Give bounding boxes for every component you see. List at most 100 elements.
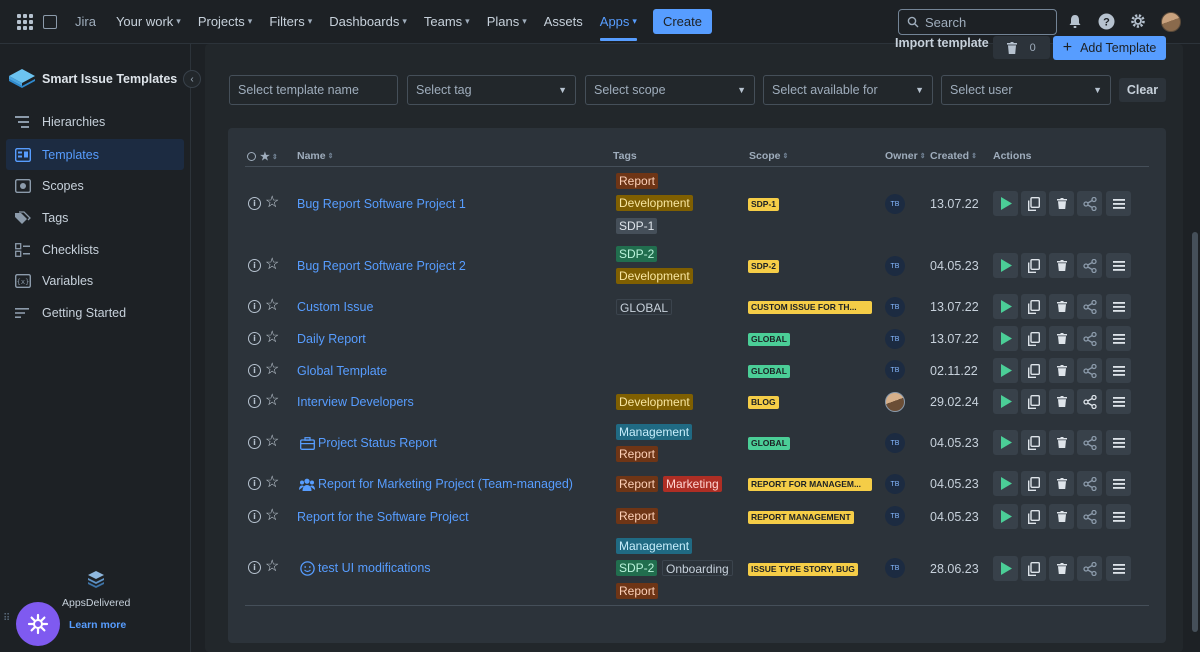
delete-template-button[interactable] [1049, 358, 1074, 383]
help-icon[interactable]: ? [1097, 12, 1115, 30]
apply-template-button[interactable] [993, 253, 1018, 278]
info-icon[interactable]: i [248, 477, 261, 490]
star-icon[interactable]: ☆ [265, 330, 279, 346]
apply-template-button[interactable] [993, 389, 1018, 414]
column-header-scope[interactable]: Scope ⇕ [749, 150, 788, 162]
learn-more-link[interactable]: Learn more [69, 619, 126, 631]
nav-plans[interactable]: Plans ▾ [487, 14, 527, 29]
clear-filters-button[interactable]: Clear [1119, 78, 1166, 102]
apply-template-button[interactable] [993, 504, 1018, 529]
star-icon[interactable]: ☆ [265, 298, 279, 314]
more-actions-button[interactable] [1106, 430, 1131, 455]
star-icon[interactable]: ☆ [265, 559, 279, 575]
info-icon[interactable]: i [248, 436, 261, 449]
share-template-button[interactable] [1077, 556, 1102, 581]
info-icon[interactable]: i [248, 332, 261, 345]
apply-template-button[interactable] [993, 430, 1018, 455]
delete-template-button[interactable] [1049, 326, 1074, 351]
apply-template-button[interactable] [993, 294, 1018, 319]
info-icon[interactable]: i [248, 259, 261, 272]
template-name-link[interactable]: Interview Developers [297, 395, 414, 409]
more-actions-button[interactable] [1106, 191, 1131, 216]
info-icon[interactable]: i [248, 510, 261, 523]
more-actions-button[interactable] [1106, 389, 1131, 414]
app-switcher-icon[interactable] [17, 13, 33, 30]
info-icon[interactable]: i [248, 561, 261, 574]
star-icon[interactable]: ☆ [265, 362, 279, 378]
more-actions-button[interactable] [1106, 294, 1131, 319]
delete-template-button[interactable] [1049, 294, 1074, 319]
nav-apps[interactable]: Apps ▾ [599, 14, 638, 41]
template-name-input[interactable]: Select template name [229, 75, 398, 105]
info-icon[interactable]: i [248, 364, 261, 377]
nav-dashboards[interactable]: Dashboards ▾ [329, 14, 407, 29]
template-name-link[interactable]: Report for the Software Project [297, 510, 469, 524]
more-actions-button[interactable] [1106, 326, 1131, 351]
delete-template-button[interactable] [1049, 389, 1074, 414]
create-button[interactable]: Create [652, 9, 712, 34]
copy-template-button[interactable] [1021, 358, 1046, 383]
star-icon[interactable]: ☆ [265, 475, 279, 491]
template-name-link[interactable]: Project Status Report [299, 435, 437, 451]
nav-projects[interactable]: Projects ▾ [198, 14, 253, 29]
template-name-link[interactable]: Report for Marketing Project (Team-manag… [299, 476, 573, 492]
sidebar-item-tags[interactable]: Tags [6, 202, 184, 233]
template-name-link[interactable]: test UI modifications [299, 560, 431, 576]
search-input[interactable]: Search [898, 9, 1057, 35]
delete-template-button[interactable] [1049, 191, 1074, 216]
share-template-button[interactable] [1077, 191, 1102, 216]
user-avatar[interactable] [1161, 12, 1181, 32]
apply-template-button[interactable] [993, 556, 1018, 581]
nav-assets[interactable]: Assets [544, 14, 583, 29]
sidebar-item-checklists[interactable]: Checklists [6, 234, 184, 265]
apply-template-button[interactable] [993, 326, 1018, 351]
info-icon[interactable]: i [248, 395, 261, 408]
star-icon[interactable]: ☆ [265, 257, 279, 273]
column-header-created[interactable]: Created ⇕ [930, 150, 977, 162]
copy-template-button[interactable] [1021, 430, 1046, 455]
import-template-button[interactable]: Import template [895, 36, 989, 50]
drag-handle-icon[interactable]: ⠿ [3, 614, 10, 624]
info-icon[interactable]: i [248, 197, 261, 210]
more-actions-button[interactable] [1106, 358, 1131, 383]
copy-template-button[interactable] [1021, 294, 1046, 319]
apply-template-button[interactable] [993, 358, 1018, 383]
trash-button[interactable]: 0 [993, 36, 1050, 59]
template-name-link[interactable]: Global Template [297, 364, 387, 378]
sidebar-item-getting-started[interactable]: Getting Started [6, 297, 184, 328]
more-actions-button[interactable] [1106, 471, 1131, 496]
share-template-button[interactable] [1077, 389, 1102, 414]
star-icon[interactable]: ☆ [265, 195, 279, 211]
header-info-star-sort[interactable]: ★ ⇕ [247, 150, 278, 163]
star-icon[interactable]: ☆ [265, 393, 279, 409]
info-icon[interactable]: i [248, 300, 261, 313]
template-name-link[interactable]: Daily Report [297, 332, 366, 346]
apply-template-button[interactable] [993, 191, 1018, 216]
delete-template-button[interactable] [1049, 253, 1074, 278]
delete-template-button[interactable] [1049, 556, 1074, 581]
copy-template-button[interactable] [1021, 253, 1046, 278]
settings-gear-icon[interactable] [1129, 12, 1147, 30]
nav-teams[interactable]: Teams ▾ [424, 14, 470, 29]
copy-template-button[interactable] [1021, 556, 1046, 581]
collapse-sidebar-button[interactable]: ‹ [183, 70, 201, 88]
share-template-button[interactable] [1077, 358, 1102, 383]
nav-your-work[interactable]: Your work ▾ [116, 14, 181, 29]
apply-template-button[interactable] [993, 471, 1018, 496]
column-header-name[interactable]: Name ⇕ [297, 150, 333, 162]
sidebar-item-scopes[interactable]: Scopes [6, 170, 184, 201]
copy-template-button[interactable] [1021, 326, 1046, 351]
template-name-link[interactable]: Bug Report Software Project 1 [297, 197, 466, 211]
share-template-button[interactable] [1077, 253, 1102, 278]
delete-template-button[interactable] [1049, 504, 1074, 529]
share-template-button[interactable] [1077, 326, 1102, 351]
page-scrollbar[interactable] [1192, 232, 1198, 632]
more-actions-button[interactable] [1106, 556, 1131, 581]
copy-template-button[interactable] [1021, 471, 1046, 496]
notifications-icon[interactable] [1066, 12, 1084, 30]
delete-template-button[interactable] [1049, 471, 1074, 496]
sidebar-item-hierarchies[interactable]: Hierarchies [6, 106, 184, 137]
template-name-link[interactable]: Custom Issue [297, 300, 373, 314]
available-for-select[interactable]: Select available for ▼ [763, 75, 933, 105]
nav-filters[interactable]: Filters ▾ [269, 14, 312, 29]
